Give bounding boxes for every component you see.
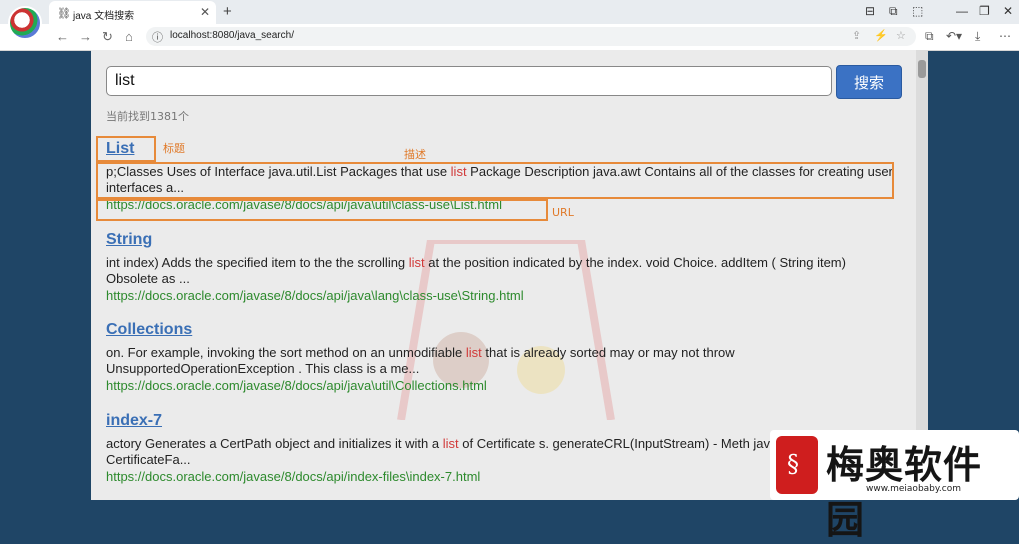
result-item: String int index) Adds the specified ite… — [106, 229, 896, 304]
share-icon[interactable]: ⇪ — [852, 29, 861, 42]
close-tab-icon[interactable]: ✕ — [200, 5, 210, 19]
scrollbar-thumb[interactable] — [918, 60, 926, 78]
extensions-icon[interactable]: ⬚ — [912, 4, 923, 18]
favorite-star-icon[interactable]: ☆ — [896, 29, 906, 42]
title-annotation-label: 标题 — [163, 142, 185, 155]
result-count: 当前找到1381个 — [106, 110, 189, 123]
search-input[interactable] — [106, 66, 832, 96]
desc-annotation-label: 描述 — [404, 148, 426, 161]
result-title-link[interactable]: List — [106, 138, 896, 160]
result-item: Collections on. For example, invoking th… — [106, 319, 896, 394]
title-annotation-box — [96, 136, 156, 162]
tab-bar: ⛓ java 文档搜索 ✕ + ⊟ ⧉ ⬚ — ❐ ✕ — [0, 0, 1019, 24]
more-menu-icon[interactable]: ⋯ — [999, 29, 1011, 43]
result-description: on. For example, invoking the sort metho… — [106, 345, 735, 376]
result-title-link[interactable]: index-7 — [106, 410, 896, 432]
minimize-button[interactable]: — — [956, 4, 968, 18]
keyword-highlight: list — [442, 436, 459, 451]
tab-actions-icon[interactable]: ⊟ — [865, 4, 875, 18]
url-annotation-box — [96, 199, 548, 221]
restore-button[interactable]: ❐ — [979, 4, 990, 18]
site-info-icon[interactable]: ⓘ — [152, 29, 163, 45]
keyword-highlight: list — [408, 255, 425, 270]
result-url[interactable]: https://docs.oracle.com/javase/8/docs/ap… — [106, 378, 896, 394]
search-button[interactable]: 搜索 — [836, 65, 902, 99]
url-field[interactable]: ⓘ localhost:8080/java_search/ ⇪ ⚡ ☆ — [146, 27, 916, 46]
performance-icon[interactable]: ⚡ — [874, 29, 888, 42]
keyword-highlight: list — [465, 345, 482, 360]
url-annotation-label: URL — [552, 206, 574, 219]
url-text[interactable]: localhost:8080/java_search/ — [170, 30, 294, 41]
reload-button[interactable]: ↻ — [102, 29, 113, 45]
download-icon[interactable]: ⤓ — [975, 29, 980, 44]
home-button[interactable]: ⌂ — [125, 29, 133, 44]
watermark: § 梅奥软件园 www.meiaobaby.com — [770, 430, 1019, 542]
browser-tab[interactable]: ⛓ java 文档搜索 ✕ — [49, 1, 216, 24]
profile-avatar[interactable] — [8, 6, 42, 40]
new-tab-button[interactable]: + — [223, 3, 232, 20]
result-title-link[interactable]: String — [106, 229, 896, 251]
result-description: int index) Adds the specified item to th… — [106, 255, 846, 286]
history-icon[interactable]: ↶▾ — [946, 29, 962, 43]
result-title-link[interactable]: Collections — [106, 319, 896, 341]
split-screen-icon[interactable]: ⧉ — [925, 29, 934, 44]
address-bar: ← → ↻ ⌂ ⓘ localhost:8080/java_search/ ⇪ … — [0, 24, 1019, 51]
result-url[interactable]: https://docs.oracle.com/javase/8/docs/ap… — [106, 288, 896, 304]
collections-icon[interactable]: ⧉ — [889, 4, 898, 19]
dragon-logo-icon: § — [776, 436, 818, 494]
link-icon: ⛓ — [57, 8, 71, 20]
tab-title: java 文档搜索 — [73, 11, 135, 22]
watermark-url: www.meiaobaby.com — [866, 484, 962, 494]
back-button[interactable]: ← — [56, 29, 69, 44]
desc-annotation-box — [96, 162, 894, 199]
close-window-button[interactable]: ✕ — [1003, 4, 1013, 18]
forward-button[interactable]: → — [79, 29, 92, 44]
